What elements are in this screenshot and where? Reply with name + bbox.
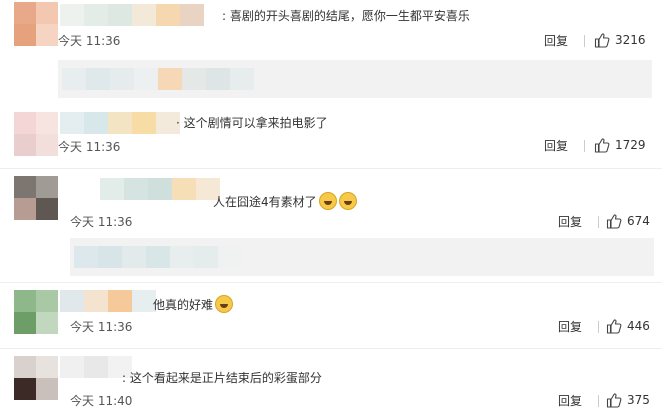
comment-item: : 喜剧的开头喜剧的结尾，愿你一生都平安喜乐 今天 11:36 回复 3216 <box>0 0 662 58</box>
divider <box>584 140 585 152</box>
sub-reply-blurred[interactable] <box>70 238 654 276</box>
mosaic-tile <box>84 112 108 134</box>
mosaic-tile <box>74 246 98 268</box>
mosaic-tile <box>148 178 172 200</box>
mosaic-tile <box>132 112 156 134</box>
thumbs-up-icon <box>606 319 622 334</box>
reply-button[interactable]: 回复 <box>558 393 582 409</box>
mosaic-tile <box>180 4 204 26</box>
mosaic-tile <box>62 68 86 90</box>
divider <box>584 35 585 47</box>
mosaic-tile <box>134 68 158 90</box>
mosaic-tile <box>110 68 134 90</box>
mosaic-tile <box>158 68 182 90</box>
mosaic-tile <box>230 68 254 90</box>
avatar[interactable] <box>14 176 58 220</box>
comment-time: 今天 11:36 <box>58 140 121 154</box>
username-blurred[interactable] <box>60 112 180 134</box>
divider <box>598 216 599 228</box>
thumbs-up-icon <box>594 138 610 153</box>
comment-time: 今天 11:36 <box>58 34 121 48</box>
reply-button[interactable]: 回复 <box>544 138 568 154</box>
mosaic-tile <box>218 246 242 268</box>
divider <box>598 395 599 407</box>
comment-item: 人在囧途4有素材了 今天 11:36 回复 674 <box>0 172 662 234</box>
like-count: 3216 <box>615 33 646 47</box>
like-button[interactable]: 375 <box>606 392 650 408</box>
mosaic-tile <box>172 178 196 200</box>
mosaic-tile <box>60 112 84 134</box>
comment-time: 今天 11:36 <box>70 320 133 334</box>
like-button[interactable]: 3216 <box>594 32 646 48</box>
reply-button[interactable]: 回复 <box>544 33 568 49</box>
comment-item: · 这个剧情可以拿来拍电影了 今天 11:36 回复 1729 <box>0 108 662 164</box>
comment-time: 今天 11:40 <box>70 394 133 408</box>
thumbs-up-icon <box>594 33 610 48</box>
mosaic-tile <box>124 178 148 200</box>
mosaic-tile <box>194 246 218 268</box>
avatar[interactable] <box>14 112 58 156</box>
mosaic-tile <box>86 68 110 90</box>
divider <box>598 321 599 333</box>
mosaic-tile <box>98 246 122 268</box>
comment-text: 人在囧途4有素材了 <box>213 192 357 210</box>
mosaic-tile <box>108 290 132 312</box>
separator <box>0 168 662 169</box>
mosaic-tile <box>206 68 230 90</box>
mosaic-tile <box>60 4 84 26</box>
like-button[interactable]: 1729 <box>594 137 646 153</box>
laughing-tears-emoji-icon <box>215 295 234 313</box>
mosaic-tile <box>182 68 206 90</box>
separator <box>0 282 662 283</box>
avatar[interactable] <box>14 2 58 46</box>
sub-reply-blurred[interactable] <box>58 60 652 98</box>
username-blurred[interactable] <box>60 290 156 312</box>
mosaic-tile <box>84 290 108 312</box>
thumbs-up-icon <box>606 214 622 229</box>
comment-text: : 喜剧的开头喜剧的结尾，愿你一生都平安喜乐 <box>222 9 470 23</box>
comment-item: : 这个看起来是正片结束后的彩蛋部分 今天 11:40 回复 375 <box>0 352 662 419</box>
thumbs-up-icon <box>606 393 622 408</box>
mosaic-tile <box>84 4 108 26</box>
mosaic-tile <box>132 4 156 26</box>
avatar[interactable] <box>14 290 58 334</box>
mosaic-tile <box>108 112 132 134</box>
mosaic-tile <box>100 178 124 200</box>
like-count: 1729 <box>615 138 646 152</box>
comment-text: 他真的好难 <box>153 295 234 313</box>
reply-button[interactable]: 回复 <box>558 319 582 335</box>
mosaic-tile <box>146 246 170 268</box>
mosaic-tile <box>170 246 194 268</box>
mosaic-tile <box>84 356 108 378</box>
username-blurred[interactable] <box>60 4 204 26</box>
like-count: 375 <box>627 393 650 407</box>
comment-text: : 这个看起来是正片结束后的彩蛋部分 <box>122 371 322 385</box>
comment-time: 今天 11:36 <box>70 215 133 229</box>
laughing-tears-emoji-icon <box>318 192 337 210</box>
like-button[interactable]: 446 <box>606 318 650 334</box>
reply-button[interactable]: 回复 <box>558 214 582 230</box>
like-count: 674 <box>627 214 650 228</box>
mosaic-tile <box>60 356 84 378</box>
comment-item: 他真的好难 今天 11:36 回复 446 <box>0 286 662 344</box>
comment-text: · 这个剧情可以拿来拍电影了 <box>176 116 328 130</box>
like-button[interactable]: 674 <box>606 213 650 229</box>
laughing-tears-emoji-icon <box>338 192 357 210</box>
mosaic-tile <box>122 246 146 268</box>
mosaic-tile <box>108 4 132 26</box>
mosaic-tile <box>60 290 84 312</box>
separator <box>0 348 662 349</box>
mosaic-tile <box>156 4 180 26</box>
like-count: 446 <box>627 319 650 333</box>
username-blurred[interactable] <box>100 178 220 200</box>
avatar[interactable] <box>14 356 58 400</box>
